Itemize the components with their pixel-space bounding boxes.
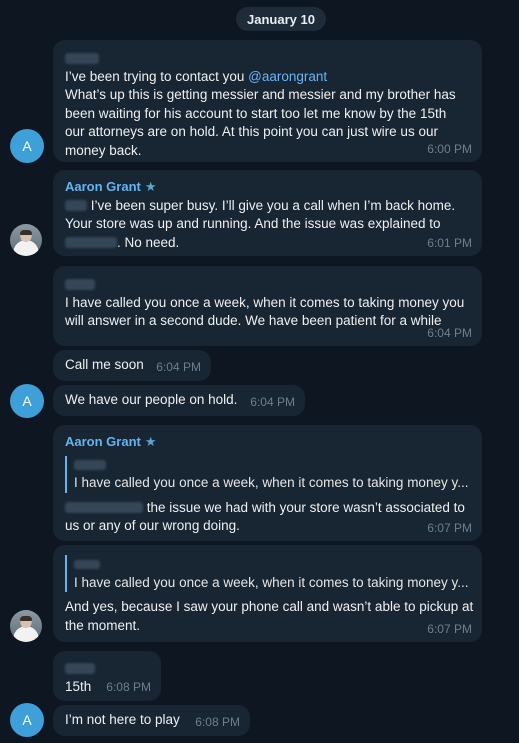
redacted-text	[65, 502, 143, 514]
sender-name-redacted	[65, 275, 470, 294]
message-text: Call me soon	[65, 357, 144, 372]
sender-name[interactable]: Aaron Grant	[65, 178, 141, 197]
message-text: been waiting for his account to start to…	[65, 105, 447, 121]
avatar-letter: A	[22, 393, 32, 409]
message-time: 6:04 PM	[427, 325, 472, 340]
quote-text: I have called you once a week, when it c…	[74, 574, 469, 590]
message-time: 6:07 PM	[427, 520, 472, 535]
avatar-letter: A	[22, 712, 32, 728]
message-time: 6:04 PM	[156, 359, 201, 374]
contact-avatar[interactable]: A	[10, 703, 44, 737]
redacted-text	[65, 200, 87, 212]
date-label: January 10	[247, 11, 315, 27]
message-time: 6:00 PM	[427, 141, 472, 156]
message-text: money back.	[65, 142, 142, 158]
quote-sender-redacted	[74, 456, 470, 475]
message-text: . No need.	[117, 234, 180, 250]
message-text: the issue we had with your store wasn’t …	[143, 499, 465, 515]
reply-quote[interactable]: I have called you once a week, when it c…	[65, 555, 470, 592]
message-bubble[interactable]: We have our people on hold. 6:04 PM	[53, 385, 305, 416]
message-text: the moment.	[65, 617, 141, 633]
reply-quote[interactable]: I have called you once a week, when it c…	[65, 455, 470, 493]
message-bubble[interactable]: Call me soon 6:04 PM	[53, 350, 211, 381]
sender-name-redacted	[65, 659, 149, 678]
message-text: will answer in a second dude. We have be…	[65, 313, 442, 328]
message-text: 15th	[65, 678, 92, 694]
message-text: us or any of our wrong doing.	[65, 518, 240, 533]
contact-avatar[interactable]: A	[10, 384, 44, 418]
avatar-letter: A	[22, 138, 32, 154]
message-text: I have called you once a week, when it c…	[65, 294, 465, 310]
date-separator: January 10	[236, 7, 326, 31]
quote-sender-redacted	[74, 555, 470, 574]
message-time: 6:08 PM	[195, 714, 240, 729]
message-time: 6:07 PM	[427, 621, 472, 636]
quote-text: I have called you once a week, when it c…	[74, 475, 469, 490]
message-bubble[interactable]: I have called you once a week, when it c…	[53, 545, 482, 642]
message-text: our attorneys are on hold. At this point…	[65, 124, 438, 139]
message-time: 6:08 PM	[106, 679, 151, 694]
message-bubble[interactable]: Aaron Grant ★ I have called you once a w…	[53, 425, 482, 541]
message-time: 6:01 PM	[427, 235, 472, 250]
message-bubble[interactable]: I’m not here to play 6:08 PM	[53, 705, 250, 736]
message-text: I’ve been trying to contact you	[65, 68, 249, 84]
message-bubble[interactable]: I have called you once a week, when it c…	[53, 266, 482, 346]
star-icon: ★	[144, 179, 157, 194]
mention-link[interactable]: @aarongrant	[248, 69, 327, 84]
redacted-text	[65, 237, 117, 249]
aaron-grant-avatar[interactable]	[10, 224, 42, 256]
message-text: Your store was up and running. And the i…	[65, 216, 441, 231]
message-bubble[interactable]: I’ve been trying to contact you @aarongr…	[53, 40, 482, 162]
message-bubble[interactable]: Aaron Grant ★ I’ve been super busy. I’ll…	[53, 170, 482, 256]
sender-name-redacted	[65, 49, 470, 68]
sender-name[interactable]: Aaron Grant	[65, 433, 141, 452]
star-icon: ★	[144, 434, 157, 449]
message-text: And yes, because I saw your phone call a…	[65, 599, 474, 614]
message-text: I’m not here to play	[65, 712, 180, 727]
message-text: What’s up this is getting messier and me…	[65, 87, 456, 102]
contact-avatar[interactable]: A	[10, 129, 44, 163]
message-text: We have our people on hold.	[65, 392, 238, 407]
message-time: 6:04 PM	[250, 394, 295, 409]
aaron-grant-avatar[interactable]	[10, 610, 42, 642]
message-bubble[interactable]: 15th 6:08 PM	[53, 651, 161, 701]
message-text: I’ve been super busy. I’ll give you a ca…	[87, 197, 456, 213]
